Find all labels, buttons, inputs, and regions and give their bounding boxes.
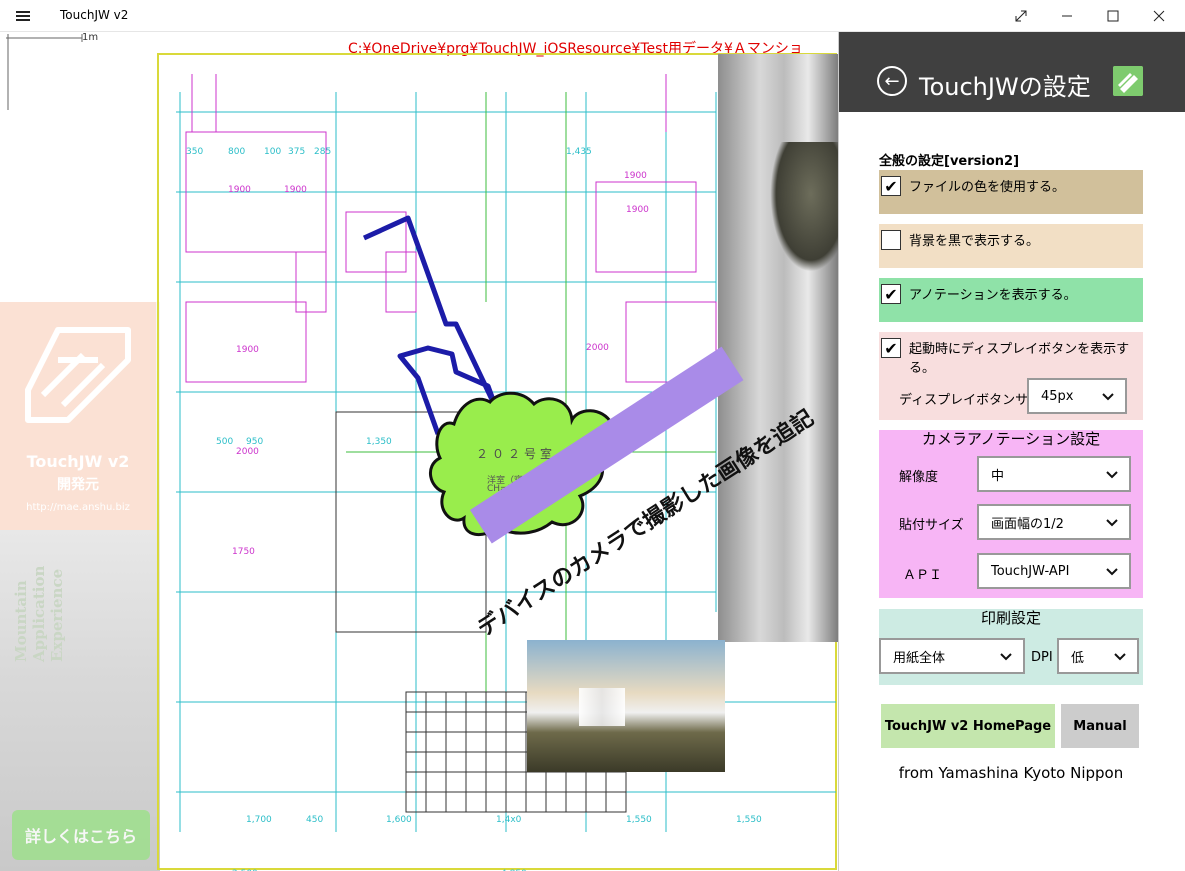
resolution-select[interactable]: 中 xyxy=(977,456,1131,492)
drawing-canvas[interactable]: 1m C:¥OneDrive¥prg¥TouchJW_iOSResource¥T… xyxy=(0,32,838,871)
option-label: アノテーションを表示する。 xyxy=(909,288,1077,303)
pencil-logo-icon xyxy=(1113,66,1143,96)
footer-text: from Yamashina Kyoto Nippon xyxy=(898,764,1124,782)
dpi-label: DPI xyxy=(1031,650,1053,665)
hamburger-menu-icon[interactable] xyxy=(8,5,40,27)
print-settings-heading: 印刷設定 xyxy=(980,609,1041,627)
photo-waterfall xyxy=(579,688,625,726)
maximize-icon[interactable] xyxy=(1090,0,1136,32)
camera-settings-heading: カメラアノテーション設定 xyxy=(921,430,1101,448)
option-label: 起動時にディスプレイボタンを表示する。 xyxy=(909,342,1130,376)
resolution-value: 中 xyxy=(991,468,1005,484)
api-select[interactable]: TouchJW-API xyxy=(977,553,1131,589)
checkbox-use-file-color[interactable]: ✔ xyxy=(881,176,901,196)
attached-photo[interactable] xyxy=(527,640,725,772)
api-value: TouchJW-API xyxy=(991,563,1070,579)
paste-size-label: 貼付サイズ xyxy=(899,518,964,533)
chevron-down-icon xyxy=(1114,653,1126,661)
chevron-down-icon xyxy=(1102,393,1114,401)
general-settings-heading: 全般の設定[version2] xyxy=(879,154,1020,169)
title-bar: TouchJW v2 xyxy=(0,0,1185,32)
dpi-value: 低 xyxy=(1071,650,1085,666)
close-icon[interactable] xyxy=(1136,0,1182,32)
manual-button[interactable]: Manual xyxy=(1061,704,1139,748)
display-size-value: 45px xyxy=(1041,388,1074,404)
homepage-button[interactable]: TouchJW v2 HomePage xyxy=(881,704,1055,748)
app-window: TouchJW v2 1m C:¥OneDrive¥prg¥TouchJW_iO… xyxy=(0,0,1185,871)
option-show-annotation[interactable]: ✔ アノテーションを表示する。 xyxy=(879,278,1143,322)
chevron-down-icon xyxy=(1106,471,1118,479)
paste-size-select[interactable]: 画面幅の1/2 xyxy=(977,504,1131,540)
back-arrow-icon[interactable]: ← xyxy=(877,66,907,96)
paper-select[interactable]: 用紙全体 xyxy=(879,638,1025,674)
display-size-select[interactable]: 45px xyxy=(1027,378,1127,414)
chevron-down-icon xyxy=(1000,653,1012,661)
dpi-select[interactable]: 低 xyxy=(1057,638,1139,674)
paper-value: 用紙全体 xyxy=(893,650,946,666)
app-title: TouchJW v2 xyxy=(60,8,129,22)
api-label: ＡＰＩ xyxy=(903,568,943,583)
option-label: ファイルの色を使用する。 xyxy=(909,180,1066,195)
settings-header: ← TouchJWの設定 xyxy=(839,32,1185,112)
option-black-background[interactable]: 背景を黒で表示する。 xyxy=(879,224,1143,268)
fullscreen-icon[interactable] xyxy=(998,0,1044,32)
option-label: 背景を黒で表示する。 xyxy=(909,234,1040,249)
room-label: ２０２号室 xyxy=(476,447,557,461)
settings-title: TouchJWの設定 xyxy=(919,73,1091,101)
checkbox-show-display-button[interactable]: ✔ xyxy=(881,338,901,358)
settings-panel: ← TouchJWの設定 全般の設定[version2] ✔ ファイルの色を使用… xyxy=(838,32,1185,871)
chevron-down-icon xyxy=(1106,568,1118,576)
checkbox-black-background[interactable] xyxy=(881,230,901,250)
minimize-icon[interactable] xyxy=(1044,0,1090,32)
chevron-down-icon xyxy=(1106,519,1118,527)
option-use-file-color[interactable]: ✔ ファイルの色を使用する。 xyxy=(879,170,1143,214)
paste-size-value: 画面幅の1/2 xyxy=(991,516,1064,532)
checkbox-show-annotation[interactable]: ✔ xyxy=(881,284,901,304)
resolution-label: 解像度 xyxy=(899,470,939,485)
